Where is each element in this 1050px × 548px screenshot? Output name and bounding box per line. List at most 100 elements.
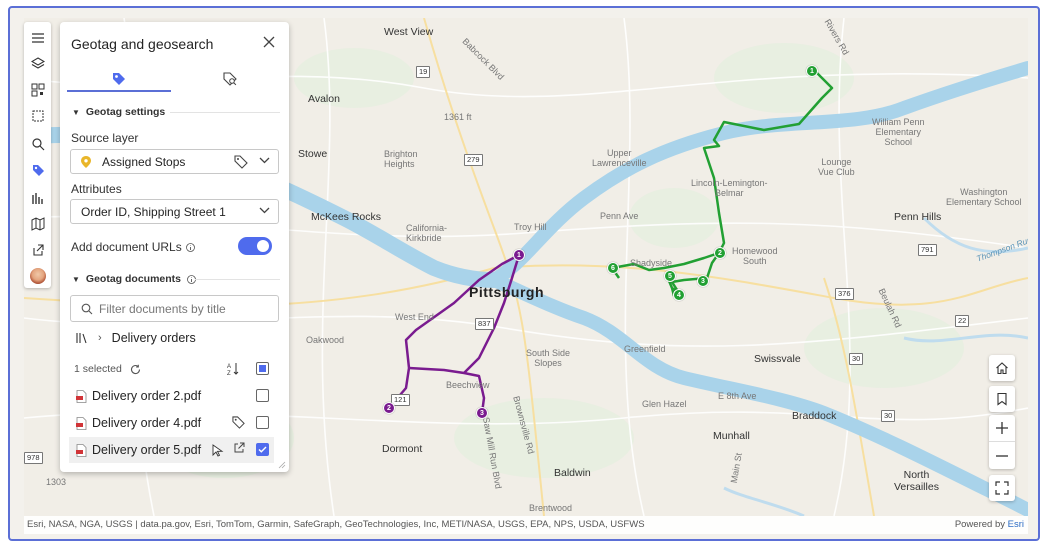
selection-status: 1 selected [74,363,141,375]
library-icon[interactable] [76,332,88,344]
qr-icon [31,83,44,97]
label-brentwood: Brentwood [529,503,573,513]
route-stop-marker[interactable]: 5 [664,270,676,282]
source-layer-select[interactable]: Assigned Stops [70,149,279,174]
label-lincoln-lemington: Lincoln-Lemington- Belmar [691,178,768,198]
document-checkbox[interactable] [256,389,269,402]
open-external-icon[interactable] [233,442,245,454]
selected-count: 1 selected [74,363,122,375]
chart-button[interactable] [24,186,51,210]
tab-geotag[interactable] [67,66,171,92]
route-stop-marker[interactable]: 1 [806,65,818,77]
label-troy-hill: Troy Hill [514,222,547,232]
route-stop-marker[interactable]: 3 [476,407,488,419]
document-checkbox[interactable] [256,443,269,456]
pdf-icon [76,416,87,430]
attributes-select[interactable]: Order ID, Shipping Street 1 [70,199,279,224]
label-mckees-rocks: McKees Rocks [311,211,382,223]
highway-shield: 19 [416,66,431,78]
panel-title: Geotag and geosearch [71,36,214,52]
avatar [29,268,46,284]
layer-pin-icon [81,155,91,168]
document-row[interactable]: Delivery order 2.pdf [69,383,274,409]
chevron-down-icon [259,157,270,164]
qr-button[interactable] [24,78,51,102]
label-munhall: Munhall [713,430,750,442]
source-layer-value: Assigned Stops [102,154,186,169]
route-stop-marker[interactable]: 1 [513,249,525,261]
document-search-input[interactable]: Filter documents by title [70,295,279,322]
home-icon [996,362,1008,375]
route-stop-marker[interactable]: 4 [673,289,685,301]
document-checkbox[interactable] [256,416,269,429]
add-doc-urls-row: Add document URLs [71,240,195,254]
zoom-in-button[interactable] [989,415,1015,442]
label-stowe: Stowe [298,148,328,160]
label-west-end: West End [395,312,434,322]
label-elevation: 1361 ft [444,112,472,122]
label-penn-ave: Penn Ave [600,211,639,221]
resize-handle-icon[interactable] [278,461,286,469]
label-brighton-heights: Brighton Heights [384,149,418,169]
search-icon [81,303,93,315]
fullscreen-button[interactable] [989,475,1015,501]
sort-icon[interactable]: AZ [227,362,240,376]
label-pittsburgh: Pittsburgh [469,284,544,300]
bookmark-button[interactable] [989,386,1015,412]
search-button[interactable] [24,132,51,156]
geotag-button[interactable] [24,158,51,182]
document-row[interactable]: Delivery order 5.pdf [69,437,274,463]
attributes-value: Order ID, Shipping Street 1 [81,204,226,219]
document-row[interactable]: Delivery order 4.pdf [69,410,274,436]
add-doc-urls-toggle[interactable] [238,237,272,255]
chevron-right-icon: › [98,332,102,344]
menu-button[interactable] [24,26,51,50]
label-braddock: Braddock [792,410,837,422]
highway-shield: 791 [918,244,937,256]
label-homewood-south: Homewood South [732,246,778,266]
source-layer-label: Source layer [71,131,139,145]
cursor-icon [212,444,224,457]
map-button[interactable] [24,212,51,236]
geotag-documents-header[interactable]: ▼ Geotag documents [72,273,196,285]
label-elevation-2: 1303 [46,477,67,487]
route-stop-marker[interactable]: 2 [383,402,395,414]
tag-outline-icon[interactable] [232,416,245,429]
label-upper-lawrenceville: Upper Lawrenceville [592,148,647,168]
tag-outline-icon [234,155,248,169]
map-icon [31,217,44,231]
geotag-settings-header[interactable]: ▼ Geotag settings [72,106,165,118]
close-icon[interactable] [262,35,276,49]
info-icon[interactable] [185,242,195,252]
highway-shield: 279 [464,154,483,166]
search-placeholder: Filter documents by title [99,301,226,316]
breadcrumb-current[interactable]: Delivery orders [112,331,196,345]
highway-shield: 837 [475,318,494,330]
select-all-checkbox[interactable] [256,362,269,375]
powered-by: Powered by Esri [955,516,1024,534]
route-stop-marker[interactable]: 2 [714,247,726,259]
layers-button[interactable] [24,52,51,76]
label-lounge-vue: Lounge Vue Club [818,157,855,177]
label-greenfield: Greenfield [624,344,666,354]
refresh-icon[interactable] [130,364,141,375]
esri-link[interactable]: Esri [1008,519,1024,530]
document-name: Delivery order 4.pdf [92,416,202,430]
pdf-icon [76,389,87,403]
label-baldwin: Baldwin [554,467,591,479]
home-button[interactable] [989,355,1015,381]
geotag-settings-heading: Geotag settings [85,106,166,118]
route-stop-marker[interactable]: 3 [697,275,709,287]
zoom-out-button[interactable] [989,442,1015,469]
share-button[interactable] [24,238,51,262]
pdf-icon [76,443,87,457]
user-avatar-button[interactable] [24,264,51,288]
tag-icon [113,73,125,85]
zoom-controls [989,415,1015,469]
tab-geosearch[interactable] [178,66,282,92]
route-stop-marker[interactable]: 6 [607,262,619,274]
minus-icon [996,454,1008,457]
powered-by-prefix: Powered by [954,519,1005,530]
plus-icon [996,422,1008,434]
select-button[interactable] [24,104,51,128]
